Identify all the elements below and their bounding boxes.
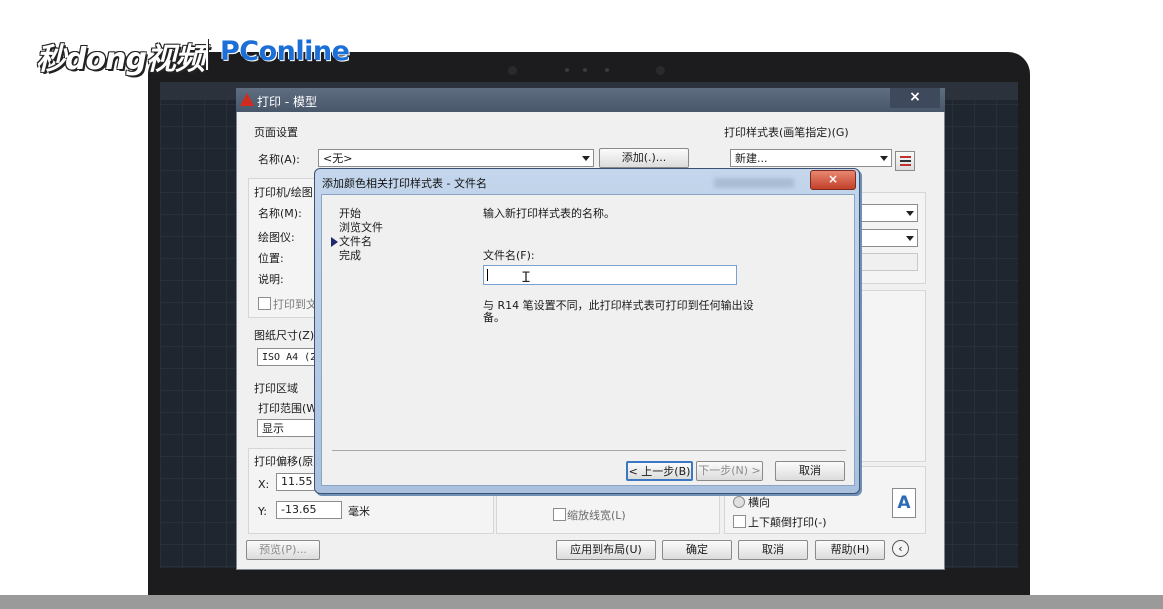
watermark-brand-pconline: PConline	[220, 36, 350, 67]
printer-name-label: 名称(M):	[258, 207, 302, 220]
plotter-label: 绘图仪:	[258, 231, 295, 244]
print-offset-section-label: 打印偏移(原	[254, 455, 314, 468]
print-to-file-checkbox[interactable]	[258, 297, 271, 310]
page-setup-add-button[interactable]: 添加(.)...	[599, 148, 689, 168]
next-button[interactable]: 下一步(N) >	[696, 461, 763, 481]
titlebar-reflection	[714, 178, 794, 188]
sensor-dot	[583, 68, 587, 72]
chevron-down-icon	[582, 156, 590, 161]
page-setup-section-label: 页面设置	[254, 126, 298, 139]
edit-plot-style-icon[interactable]	[895, 151, 915, 171]
sensor-dot	[565, 68, 569, 72]
description-label: 说明:	[258, 273, 284, 286]
location-label: 位置:	[258, 252, 284, 265]
chevron-down-icon	[880, 156, 888, 161]
back-button[interactable]: < 上一步(B)	[626, 461, 693, 481]
offset-x-input[interactable]: 11.55	[276, 473, 316, 491]
autocad-logo-icon	[240, 93, 254, 106]
instruction-text: 输入新打印样式表的名称。	[483, 207, 615, 220]
camera-dot	[508, 66, 517, 75]
help-button[interactable]: 帮助(H)	[815, 540, 885, 560]
watermark-brand-miaodong: 秒dong视频	[36, 42, 205, 77]
current-step-arrow-icon	[331, 237, 338, 247]
wizard-step-finish: 完成	[339, 249, 361, 262]
preview-button[interactable]: 预览(P)...	[246, 540, 320, 560]
bottom-bar	[0, 595, 1163, 609]
plot-style-table-label: 打印样式表(画笔指定)(G)	[724, 126, 849, 139]
scale-lineweights-label: 缩放线宽(L)	[567, 509, 626, 522]
sub-cancel-button[interactable]: 取消	[775, 461, 845, 481]
paper-size-section-label: 图纸尺寸(Z)	[254, 329, 315, 342]
orientation-preview-icon: A	[892, 488, 916, 518]
note-text-line1: 与 R14 笔设置不同，此打印样式表可打印到任何输出设	[483, 299, 754, 312]
upside-down-label: 上下颠倒打印(-)	[748, 516, 827, 529]
offset-x-label: X:	[258, 478, 270, 491]
offset-y-input[interactable]: -13.65	[276, 501, 342, 519]
paper-size-select[interactable]: ISO A4 (2	[257, 348, 315, 366]
print-area-section-label: 打印区域	[254, 382, 298, 395]
print-range-select[interactable]: 显示	[257, 419, 315, 437]
add-plot-style-dialog-body	[321, 194, 855, 486]
offset-unit-label: 毫米	[348, 505, 370, 518]
print-dialog-close-button[interactable]: ×	[890, 88, 940, 108]
ok-button[interactable]: 确定	[662, 540, 732, 560]
page-setup-name-value: <无>	[323, 152, 353, 165]
expand-options-icon[interactable]: ‹	[892, 540, 909, 557]
apply-to-layout-button[interactable]: 应用到布局(U)	[556, 540, 656, 560]
print-to-file-label: 打印到文	[273, 298, 317, 311]
wizard-separator	[332, 450, 846, 451]
add-plot-style-close-button[interactable]: ×	[810, 170, 856, 190]
page-setup-name-select[interactable]: <无>	[318, 149, 594, 167]
plot-style-table-value: 新建...	[735, 152, 768, 165]
add-plot-style-dialog-title: 添加颜色相关打印样式表 - 文件名	[322, 177, 487, 190]
landscape-radio[interactable]	[733, 496, 745, 508]
print-range-label: 打印范围(W	[258, 402, 318, 415]
page-setup-name-label: 名称(A):	[258, 153, 300, 166]
chevron-down-icon	[906, 211, 914, 216]
sensor-dot	[605, 68, 609, 72]
landscape-label: 横向	[748, 496, 770, 509]
watermark-separator	[206, 38, 208, 70]
offset-y-label: Y:	[258, 505, 267, 518]
filename-label: 文件名(F):	[483, 249, 535, 262]
camera-dot	[656, 66, 665, 75]
cancel-button[interactable]: 取消	[738, 540, 808, 560]
text-caret	[487, 269, 488, 281]
upside-down-checkbox[interactable]	[733, 515, 746, 528]
printer-section-label: 打印机/绘图	[254, 186, 313, 199]
print-dialog-titlebar[interactable]	[236, 88, 945, 112]
note-text-line2: 备。	[483, 311, 505, 324]
plot-style-table-select[interactable]: 新建...	[730, 149, 892, 167]
print-dialog-title: 打印 - 模型	[257, 95, 317, 109]
scale-lineweights-checkbox[interactable]	[553, 508, 566, 521]
chevron-down-icon	[906, 236, 914, 241]
ibeam-cursor-icon: Ｉ	[519, 270, 533, 286]
